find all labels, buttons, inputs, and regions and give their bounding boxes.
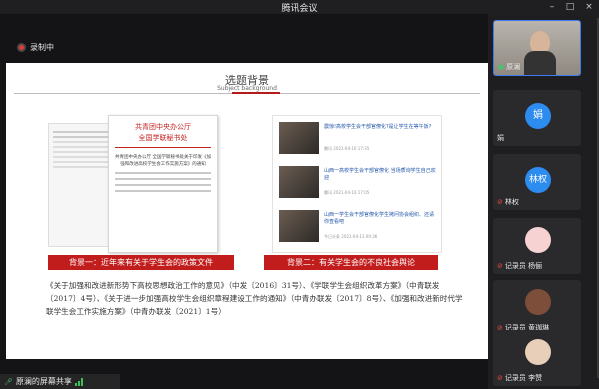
news-thumbnail bbox=[279, 166, 319, 198]
participant-tile[interactable]: 娟 娟 bbox=[493, 90, 581, 146]
mic-on-icon: 🎤︎ bbox=[4, 377, 13, 386]
participant-tile[interactable]: ● 原澜 bbox=[493, 20, 581, 76]
news-headline: 震惊!高校学生会干部官僚化?是让学生在等午饭? bbox=[324, 124, 432, 130]
mic-muted-icon: ⊘ bbox=[497, 374, 503, 382]
window-title: 腾讯会议 bbox=[281, 4, 318, 14]
news-headline: 山西一高校学生会干部官僚化 当场质询学生自己欢迎 bbox=[324, 168, 436, 181]
record-icon bbox=[17, 43, 26, 52]
document-page-front: 共青团中央办公厅 全国学联秘书处 共青团中央办公厅 全国学联秘书处关于印发《加强… bbox=[108, 115, 218, 253]
participant-tile[interactable]: 林权 ⊘ 林权 bbox=[493, 154, 581, 210]
mic-muted-icon: ⊘ bbox=[497, 198, 503, 206]
news-meta: 腾讯 2021-04-16 17:35 bbox=[324, 146, 370, 151]
presentation-slide: 选题背景 Subject background 共青团中央办公厅 全国学联秘书处… bbox=[6, 63, 488, 359]
participant-name: ● 原澜 bbox=[498, 63, 521, 71]
signal-icon bbox=[74, 377, 83, 386]
doc-body: 共青团中央办公厅 全国学联秘书处关于印发《加强和改进高校学生会工作实施方案》的通… bbox=[115, 155, 211, 167]
participant-name: ⊘ 记录员 杨俪 bbox=[497, 262, 543, 270]
mic-on-icon: ● bbox=[498, 63, 505, 71]
news-item: 山西一高校学生会干部官僚化 当场质询学生自己欢迎 腾讯 2021-04-10 1… bbox=[279, 166, 439, 202]
share-label: 原澜的屏幕共享 bbox=[15, 377, 72, 386]
recording-label: 录制中 bbox=[30, 43, 54, 52]
avatar: 娟 bbox=[525, 103, 551, 129]
participant-tile[interactable]: ⊘ 记录员 黄珈琳 bbox=[493, 280, 581, 336]
document-page-back bbox=[48, 123, 114, 247]
news-headline: 山西一学生会干部官僚化学生拷问协会组织、还请你查看吧 bbox=[324, 212, 435, 225]
avatar bbox=[525, 339, 551, 365]
title-bar: 腾讯会议 – □ × bbox=[0, 0, 599, 14]
participant-tile[interactable]: ⊘ 记录员 李赞 bbox=[493, 330, 581, 386]
policy-document-image: 共青团中央办公厅 全国学联秘书处 共青团中央办公厅 全国学联秘书处关于印发《加强… bbox=[48, 115, 218, 253]
close-icon[interactable]: × bbox=[580, 0, 598, 14]
background-banner-left: 背景一：近年来有关于学生会的政策文件 bbox=[48, 255, 234, 270]
news-meta: 今日头条 2021-04-13 00:36 bbox=[324, 234, 378, 239]
title-divider bbox=[14, 92, 480, 94]
minimize-icon[interactable]: – bbox=[543, 0, 561, 14]
maximize-icon[interactable]: □ bbox=[561, 0, 579, 14]
avatar bbox=[525, 227, 551, 253]
doc-header-line2: 全国学联秘书处 bbox=[138, 134, 188, 142]
news-item: 山西一学生会干部官僚化学生拷问协会组织、还请你查看吧 今日头条 2021-04-… bbox=[279, 210, 439, 246]
policy-paragraph: 《关于加强和改进新形势下高校思想政治工作的意见》（中发〔2016〕31号）、《学… bbox=[46, 281, 463, 316]
avatar: 林权 bbox=[525, 167, 551, 193]
participant-name: ⊘ 林权 bbox=[497, 198, 519, 206]
recording-indicator[interactable]: 录制中 bbox=[17, 42, 54, 53]
avatar bbox=[525, 289, 551, 315]
mic-muted-icon: ⊘ bbox=[497, 262, 503, 270]
slide-subtitle: Subject background bbox=[217, 85, 277, 92]
news-thumbnail bbox=[279, 210, 319, 242]
news-thumbnail bbox=[279, 122, 319, 154]
participant-tile[interactable]: ⊘ 记录员 杨俪 bbox=[493, 218, 581, 274]
participant-panel: ● 原澜 娟 娟 林权 ⊘ 林权 ⊘ 记录员 杨俪 ⊘ 记录员 黄珈琳 ⊘ 记录… bbox=[488, 14, 599, 389]
news-item: 震惊!高校学生会干部官僚化?是让学生在等午饭? 腾讯 2021-04-16 17… bbox=[279, 122, 439, 158]
participant-name: 娟 bbox=[497, 134, 504, 142]
doc-header-line1: 共青团中央办公厅 bbox=[135, 123, 191, 131]
screen-share-indicator[interactable]: 🎤︎ 原澜的屏幕共享 bbox=[0, 374, 120, 389]
news-meta: 腾讯 2021-04-10 17:05 bbox=[324, 190, 370, 195]
participant-name: ⊘ 记录员 李赞 bbox=[497, 374, 543, 382]
news-screenshot: 震惊!高校学生会干部官僚化?是让学生在等午饭? 腾讯 2021-04-16 17… bbox=[272, 115, 442, 253]
background-banner-right: 背景二：有关学生会的不良社会舆论 bbox=[264, 255, 438, 270]
